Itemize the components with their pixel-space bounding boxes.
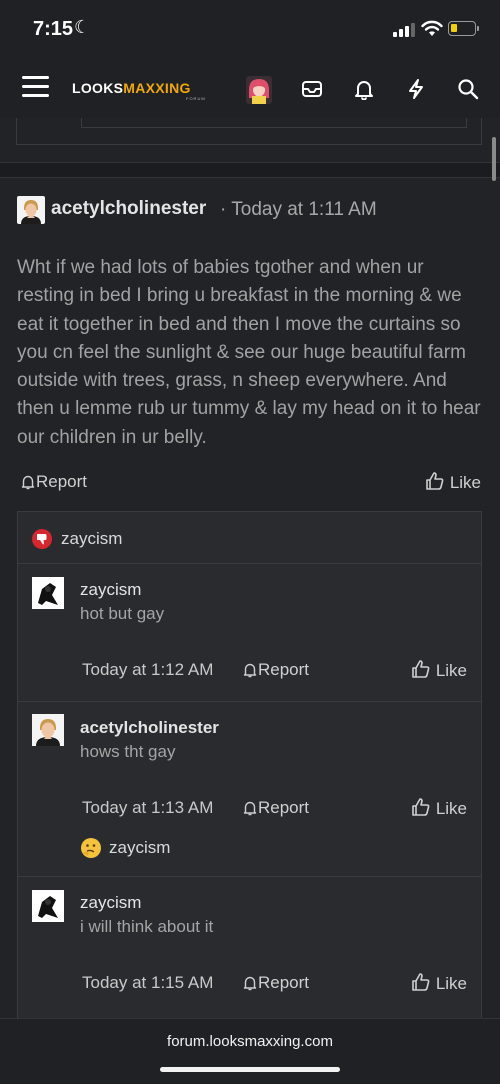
comment-text: hot but gay	[80, 604, 165, 623]
reactions-and-comments: zaycism zaycism hot but gay Today at 1:1…	[17, 511, 482, 1018]
browser-url[interactable]: forum.looksmaxxing.com	[0, 1033, 500, 1050]
status-time: 7:15	[33, 18, 74, 40]
thread-content[interactable]: acetylcholinester · Today at 1:11 AM Wht…	[0, 118, 500, 1018]
reaction-username: zaycism	[109, 838, 171, 857]
comment-like-label: Like	[435, 974, 467, 993]
comment-like-label: Like	[435, 661, 467, 680]
comment-report-label: Report	[258, 798, 310, 817]
comment-text: i will think about it	[80, 917, 214, 936]
lightning-icon[interactable]	[405, 78, 427, 100]
user-avatar[interactable]	[246, 76, 272, 104]
comment-like-label: Like	[435, 799, 467, 818]
scrollbar[interactable]	[492, 137, 496, 181]
comment-report-label: Report	[258, 660, 310, 679]
battery-icon	[448, 21, 479, 36]
comment-report-label: Report	[258, 973, 310, 992]
post-report-button[interactable]: Report	[20, 472, 87, 492]
comment-report-button[interactable]: Report	[242, 798, 309, 818]
browser-bottom-bar: forum.looksmaxxing.com	[0, 1018, 500, 1084]
thinking-face-icon	[81, 838, 101, 858]
top-navbar: LOOKSMAXXING FORUM	[0, 60, 500, 118]
post-author-name[interactable]: acetylcholinester	[51, 198, 206, 220]
comment-report-button[interactable]: Report	[242, 973, 309, 993]
bell-icon	[243, 663, 257, 678]
post-like-button[interactable]: Like	[425, 471, 481, 493]
comment-author-name[interactable]: zaycism	[80, 893, 141, 913]
post-report-label: Report	[36, 472, 88, 491]
wifi-icon	[421, 20, 443, 36]
post-separator	[0, 162, 500, 178]
previous-post-inner	[81, 118, 467, 128]
divider	[18, 701, 481, 702]
post-author-avatar[interactable]	[17, 196, 45, 224]
search-icon[interactable]	[457, 78, 479, 100]
comment-like-button[interactable]: Like	[411, 797, 467, 819]
cellular-signal-icon	[393, 23, 415, 37]
dislike-icon	[32, 529, 52, 549]
inbox-icon[interactable]	[301, 78, 323, 100]
divider	[18, 563, 481, 564]
comment-author-name[interactable]: acetylcholinester	[80, 718, 219, 738]
menu-icon[interactable]	[22, 76, 49, 98]
home-indicator[interactable]	[160, 1067, 340, 1072]
comment-author-avatar[interactable]	[32, 714, 64, 746]
thumbs-up-icon	[412, 660, 430, 678]
previous-post-fragment	[16, 118, 482, 145]
comment-author-avatar[interactable]	[32, 890, 64, 922]
comment-timestamp[interactable]: Today at 1:15 AM	[82, 973, 213, 993]
logo-subtitle: FORUM	[186, 96, 206, 101]
bell-icon	[21, 475, 35, 490]
comment-timestamp[interactable]: Today at 1:13 AM	[82, 798, 213, 818]
reaction-username[interactable]: zaycism	[61, 529, 122, 549]
comment-like-button[interactable]: Like	[411, 659, 467, 681]
moon-icon: ☾	[74, 17, 91, 37]
comment-author-name[interactable]: zaycism	[80, 580, 141, 600]
bell-icon	[243, 801, 257, 816]
thumbs-up-icon	[412, 798, 430, 816]
post-body: Wht if we had lots of babies tgother and…	[17, 257, 481, 448]
thumbs-up-icon	[412, 973, 430, 991]
post-timestamp[interactable]: · Today at 1:11 AM	[220, 199, 377, 221]
site-logo[interactable]: LOOKSMAXXING	[72, 80, 191, 96]
comment-like-button[interactable]: Like	[411, 972, 467, 994]
thumbs-up-icon	[426, 472, 444, 490]
comment-text: hows tht gay	[80, 742, 176, 761]
comment-timestamp[interactable]: Today at 1:12 AM	[82, 660, 213, 680]
post-like-label: Like	[449, 473, 481, 492]
bell-icon[interactable]	[353, 78, 375, 100]
comment-report-button[interactable]: Report	[242, 660, 309, 680]
divider	[18, 876, 481, 877]
status-bar: 7:15 ☾	[0, 0, 500, 60]
bell-icon	[243, 976, 257, 991]
comment-author-avatar[interactable]	[32, 577, 64, 609]
